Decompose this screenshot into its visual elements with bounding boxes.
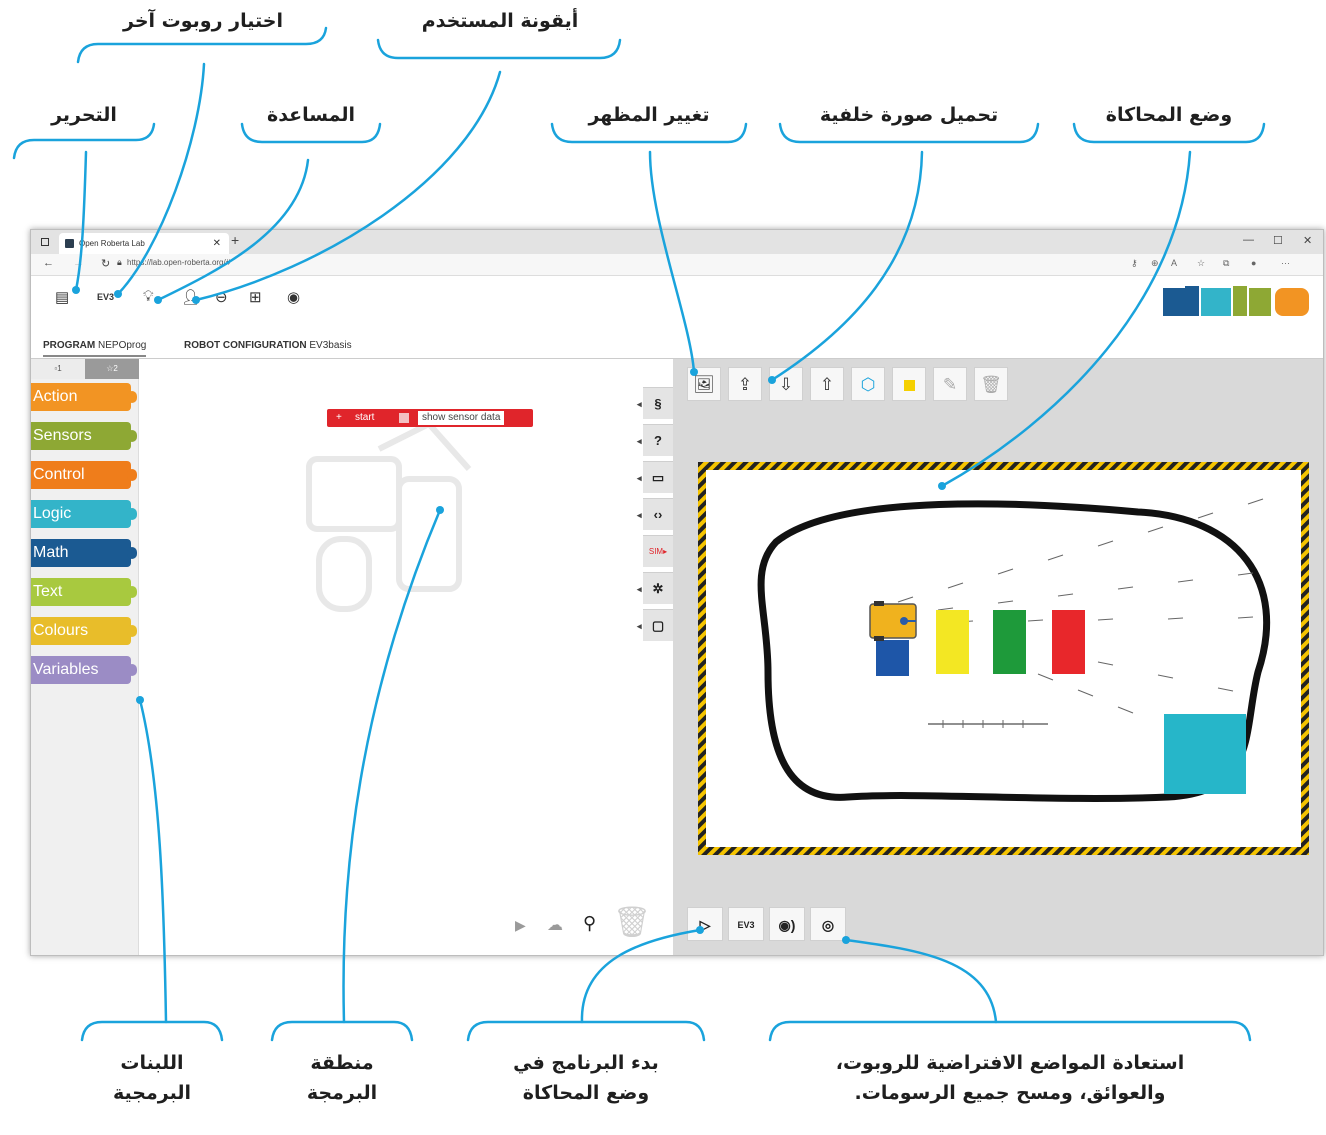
minimize-icon[interactable]: —	[1243, 234, 1254, 246]
key-icon[interactable]: ⚷	[1131, 258, 1138, 269]
collections-icon[interactable]: ⧉	[1223, 258, 1229, 269]
side-info-button[interactable]: ◂ ▭	[637, 461, 673, 493]
upload-background-icon[interactable]: ⇪	[728, 367, 762, 401]
callout-upload-background: تحميل صورة خلفية	[819, 104, 999, 126]
sensor-data-checkbox[interactable]	[399, 413, 409, 423]
side-feedback-button[interactable]: ◂ ▢	[637, 609, 673, 641]
browser-window: Open Roberta Lab ✕ + — ☐ ✕ ← → ↻ 🔒︎ http…	[30, 229, 1324, 956]
category-variables[interactable]: Variables	[31, 656, 137, 684]
category-control[interactable]: Control	[31, 461, 137, 489]
level-switch: ▫1 ☆2	[31, 359, 139, 379]
delete-icon[interactable]: 🗑︎	[974, 367, 1008, 401]
blocks-toolbox: ▫1 ☆2 Action Sensors Control Logic Math Text C…	[31, 359, 139, 955]
add-obstacle-icon[interactable]: ⬡	[851, 367, 885, 401]
show-sensor-data-label: show sensor data	[417, 410, 506, 426]
start-block[interactable]: + start show sensor data	[327, 409, 533, 427]
side-help-button[interactable]: ◂?	[637, 424, 673, 456]
category-logic[interactable]: Logic	[31, 500, 137, 528]
user-icon[interactable]: 👤︎	[181, 288, 200, 306]
globe-icon[interactable]: ◉	[287, 288, 300, 306]
help-bulb-icon[interactable]: 💡︎	[143, 288, 154, 305]
program-tabs: PROGRAM NEPOprog ROBOT CONFIGURATION EV3…	[31, 334, 1323, 359]
start-block-plus[interactable]: +	[336, 409, 342, 427]
category-text[interactable]: Text	[31, 578, 137, 606]
annotated-screenshot: Open Roberta Lab ✕ + — ☐ ✕ ← → ↻ 🔒︎ http…	[0, 0, 1326, 1135]
side-code-button[interactable]: ◂ §	[637, 387, 673, 419]
back-icon[interactable]: ←	[43, 257, 54, 269]
robot-watermark	[306, 420, 472, 612]
tab-actions-icon[interactable]	[41, 238, 49, 246]
zoom-icon[interactable]: ⊕	[1151, 258, 1159, 269]
color-picker-icon[interactable]: ✎	[933, 367, 967, 401]
more-icon[interactable]: ···	[1281, 258, 1290, 268]
callout-edit: التحرير	[51, 104, 117, 126]
tab-title: Open Roberta Lab	[79, 239, 145, 248]
callout-workspace: منطقة البرمجة	[306, 1052, 378, 1104]
edit-icon[interactable]: ▤	[55, 288, 69, 306]
read-aloud-icon[interactable]: A	[1171, 258, 1177, 268]
category-sensors[interactable]: Sensors	[31, 422, 137, 450]
level-1-tab[interactable]: ▫1	[31, 359, 85, 379]
address-bar: ← → ↻ 🔒︎ https://lab.open-roberta.org/# …	[31, 254, 1323, 276]
side-debug-button[interactable]: ◂ ✲	[637, 572, 673, 604]
zoom-search-icon[interactable]: ⚲	[583, 913, 596, 934]
callout-start-sim: بدء البرنامج في وضع المحاكاة	[513, 1052, 659, 1104]
favicon-icon	[65, 239, 74, 248]
robot-sprite[interactable]	[869, 601, 917, 641]
callout-reset: استعادة المواضع الافتراضية للروبوت، والع…	[835, 1052, 1185, 1104]
category-action[interactable]: Action	[31, 383, 137, 411]
tab-program[interactable]: PROGRAM NEPOprog	[43, 340, 147, 357]
browser-tab[interactable]: Open Roberta Lab ✕	[59, 233, 229, 254]
export-scene-icon[interactable]: ⇧	[810, 367, 844, 401]
new-tab-icon[interactable]: +	[231, 232, 239, 248]
cloud-upload-icon[interactable]: ☁	[547, 915, 563, 935]
reload-icon[interactable]: ↻	[101, 257, 110, 270]
category-colours[interactable]: Colours	[31, 617, 137, 645]
url-field[interactable]: https://lab.open-roberta.org/#	[127, 258, 230, 267]
gallery-icon[interactable]: ⊖	[215, 288, 228, 306]
side-source-button[interactable]: ◂ ‹›	[637, 498, 673, 530]
tab-robot-configuration[interactable]: ROBOT CONFIGURATION EV3basis	[184, 340, 352, 351]
callout-help: المساعدة	[266, 104, 356, 126]
lock-icon: 🔒︎	[117, 257, 122, 267]
color-area-icon[interactable]	[892, 367, 926, 401]
sim-robot-button[interactable]: EV3	[728, 907, 764, 941]
level-2-tab[interactable]: ☆2	[85, 359, 139, 379]
side-sim-button[interactable]: SIM▸	[643, 535, 673, 567]
reset-positions-button[interactable]: ◎	[810, 907, 846, 941]
favorite-icon[interactable]: ☆	[1197, 258, 1205, 269]
maximize-icon[interactable]: ☐	[1273, 234, 1283, 247]
trash-icon[interactable]: 🗑︎	[613, 905, 651, 940]
tab-bar: Open Roberta Lab ✕ + — ☐ ✕	[31, 230, 1323, 254]
simulation-canvas[interactable]	[698, 462, 1309, 855]
start-block-label: start	[355, 412, 375, 423]
import-scene-icon[interactable]: ⇩	[769, 367, 803, 401]
callout-sim-mode: وضع المحاكاة	[1105, 104, 1233, 126]
robot-select-button[interactable]: EV3	[97, 292, 114, 302]
callout-change-view: تغيير المظهر	[588, 104, 710, 126]
run-program-icon[interactable]: ▶	[515, 917, 526, 934]
programming-workspace[interactable]: + start show sensor data ▶ ☁ ⚲ 🗑︎	[139, 359, 651, 955]
nepo-logo	[1163, 286, 1309, 316]
forward-icon[interactable]: →	[73, 257, 84, 269]
callout-blocks: اللبنات البرمجية	[113, 1052, 191, 1104]
change-view-icon[interactable]: 🖼︎	[687, 367, 721, 401]
tab-close-icon[interactable]: ✕	[213, 233, 221, 254]
start-simulation-button[interactable]: ▷	[687, 907, 723, 941]
category-math[interactable]: Math	[31, 539, 137, 567]
profile-icon[interactable]: ●	[1251, 258, 1256, 268]
callout-user-icon: أيقونة المستخدم	[421, 10, 579, 32]
simulation-panel: 🖼︎ ⇪ ⇩ ⇧ ⬡ ✎ 🗑︎ ▷ EV3 ◉) ◎	[673, 359, 1323, 955]
grid-icon[interactable]: ⊞	[249, 288, 262, 306]
sim-sound-button[interactable]: ◉)	[769, 907, 805, 941]
app-toolbar: ▤ EV3 💡︎ 👤︎ ⊖ ⊞ ◉	[31, 276, 1323, 334]
callout-choose-robot: اختيار روبوت آخر	[123, 10, 283, 32]
close-window-icon[interactable]: ✕	[1303, 234, 1312, 247]
